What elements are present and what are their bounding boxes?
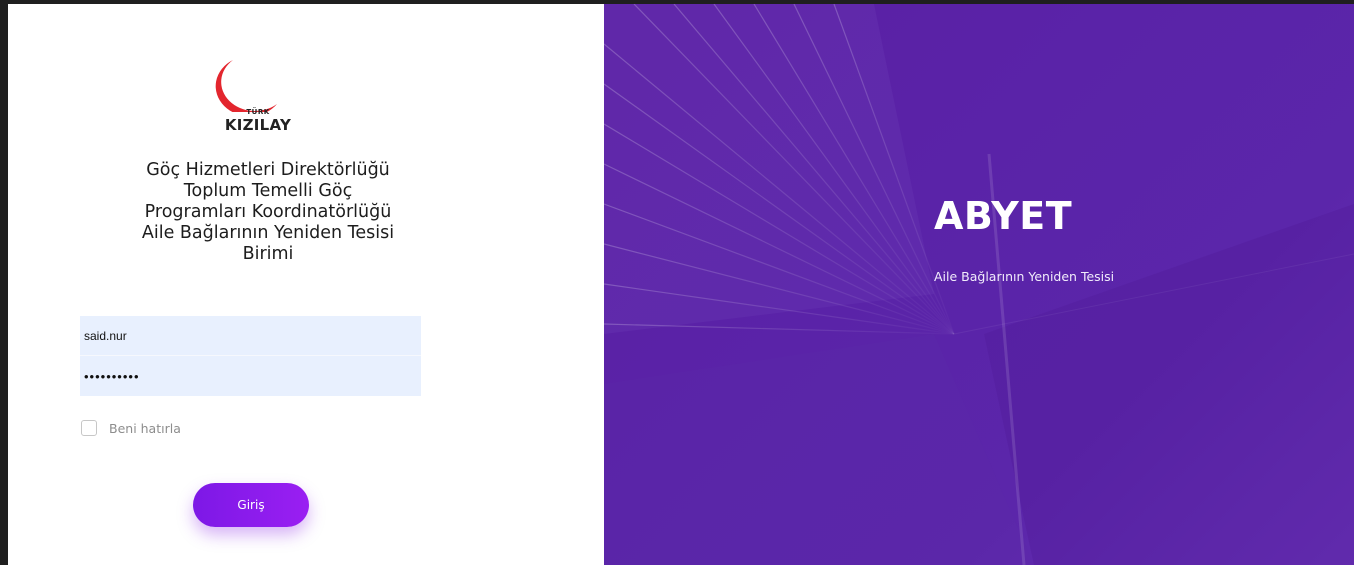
login-form <box>80 316 421 396</box>
hero-panel: ABYET Aile Bağlarının Yeniden Tesisi <box>604 4 1354 565</box>
org-title-line: Birimi <box>242 244 294 264</box>
login-panel: TÜRK KIZILAY Göç Hizmetleri Direktörlüğü… <box>8 4 604 565</box>
login-page: TÜRK KIZILAY Göç Hizmetleri Direktörlüğü… <box>8 4 1354 565</box>
login-button[interactable]: Giriş <box>193 483 309 527</box>
bridge-cables-background <box>604 4 1354 565</box>
kizilay-logo: TÜRK KIZILAY <box>203 52 313 152</box>
organization-title: Göç Hizmetleri Direktörlüğü Toplum Temel… <box>68 160 468 265</box>
username-input[interactable] <box>80 316 421 356</box>
app-title: ABYET <box>934 194 1073 238</box>
remember-checkbox[interactable] <box>81 420 97 436</box>
crescent-icon <box>215 60 277 112</box>
org-title-line: Göç Hizmetleri Direktörlüğü <box>146 160 390 180</box>
org-title-line: Aile Bağlarının Yeniden Tesisi <box>141 223 395 243</box>
logo-small-text: TÜRK <box>246 108 270 116</box>
app-subtitle: Aile Bağlarının Yeniden Tesisi <box>934 269 1115 284</box>
password-input[interactable] <box>80 356 421 396</box>
org-title-line: Programları Koordinatörlüğü <box>144 202 392 222</box>
org-title-line: Toplum Temelli Göç <box>183 181 353 201</box>
remember-label: Beni hatırla <box>109 420 181 436</box>
remember-me: Beni hatırla <box>81 420 181 436</box>
logo-main-text: KIZILAY <box>224 116 292 134</box>
